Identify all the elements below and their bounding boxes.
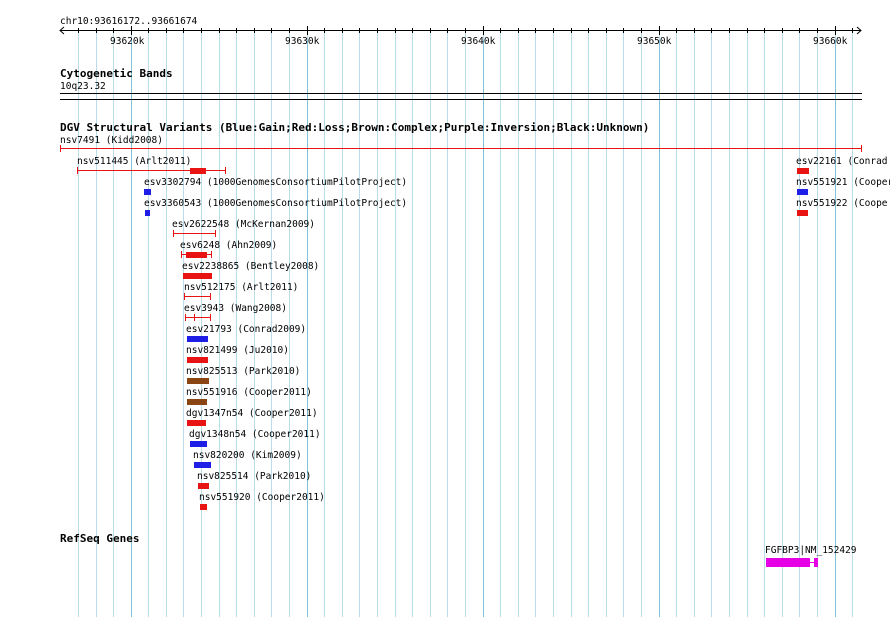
- variant-label: esv3360543 (1000GenomesConsortiumPilotPr…: [144, 198, 408, 209]
- variant-label: esv2622548 (McKernan2009): [172, 219, 315, 230]
- variant-label: nsv825514 (Park2010): [197, 471, 312, 482]
- variant-label: dgv1347n54 (Cooper2011): [186, 408, 318, 419]
- gene-label: FGFBP3|NM_152429: [765, 545, 857, 556]
- variant-label: nsv551920 (Cooper2011): [199, 492, 325, 503]
- variant-esv21793[interactable]: [187, 336, 208, 342]
- variant-nsv551920[interactable]: [200, 504, 207, 510]
- variant-label: nsv820200 (Kim2009): [193, 450, 302, 461]
- variant-nsv821499[interactable]: [187, 357, 208, 363]
- variant-label: nsv512175 (Arlt2011): [184, 282, 299, 293]
- variant-esv3360543[interactable]: [145, 210, 150, 216]
- cytoband-ideogram-top[interactable]: [60, 93, 862, 94]
- variant-label: nsv551916 (Cooper2011): [186, 387, 312, 398]
- ruler-tick-label: 93630k: [285, 36, 320, 47]
- variant-esv3302794[interactable]: [144, 189, 151, 195]
- dgv-track-title[interactable]: DGV Structural Variants (Blue:Gain;Red:L…: [60, 122, 649, 133]
- variant-esv22161[interactable]: [797, 168, 809, 174]
- variant-label: esv22161 (Conrad: [796, 156, 888, 167]
- ruler-tick-label: 93660k: [813, 36, 848, 47]
- cytoband-label: 10q23.32: [60, 81, 106, 92]
- variant-nsv820200[interactable]: [194, 462, 211, 468]
- variant-nsv551921[interactable]: [797, 189, 808, 195]
- variant-label: nsv7491 (Kidd2008): [60, 135, 163, 146]
- variant-label: nsv821499 (Ju2010): [186, 345, 289, 356]
- cytoband-track-title[interactable]: Cytogenetic Bands: [60, 68, 173, 79]
- cytoband-ideogram-bottom[interactable]: [60, 99, 862, 100]
- variant-label: nsv825513 (Park2010): [186, 366, 301, 377]
- variant-label: esv2238865 (Bentley2008): [182, 261, 320, 272]
- ruler-tick-label: 93640k: [461, 36, 496, 47]
- variant-esv2238865[interactable]: [183, 273, 212, 279]
- variant-dgv1347n54[interactable]: [187, 420, 206, 426]
- variant-dgv1348n54[interactable]: [190, 441, 207, 447]
- variant-nsv551922[interactable]: [797, 210, 808, 216]
- variant-label: esv6248 (Ahn2009): [180, 240, 278, 251]
- variant-label: nsv551921 (Cooper: [796, 177, 890, 188]
- variant-label: dgv1348n54 (Cooper2011): [189, 429, 321, 440]
- variant-label: nsv551922 (Coope: [796, 198, 888, 209]
- refseq-track-title[interactable]: RefSeq Genes: [60, 533, 139, 544]
- variant-label: esv3302794 (1000GenomesConsortiumPilotPr…: [144, 177, 408, 188]
- variant-nsv825513[interactable]: [187, 378, 209, 384]
- variant-label: esv21793 (Conrad2009): [186, 324, 307, 335]
- ruler-tick-label: 93650k: [637, 36, 672, 47]
- variant-label: nsv511445 (Arlt2011): [77, 156, 192, 167]
- variant-nsv551916[interactable]: [187, 399, 207, 405]
- variant-label: esv3943 (Wang2008): [184, 303, 287, 314]
- ruler-tick-label: 93620k: [110, 36, 145, 47]
- ruler-axis[interactable]: [0, 24, 890, 36]
- variant-nsv825514[interactable]: [198, 483, 209, 489]
